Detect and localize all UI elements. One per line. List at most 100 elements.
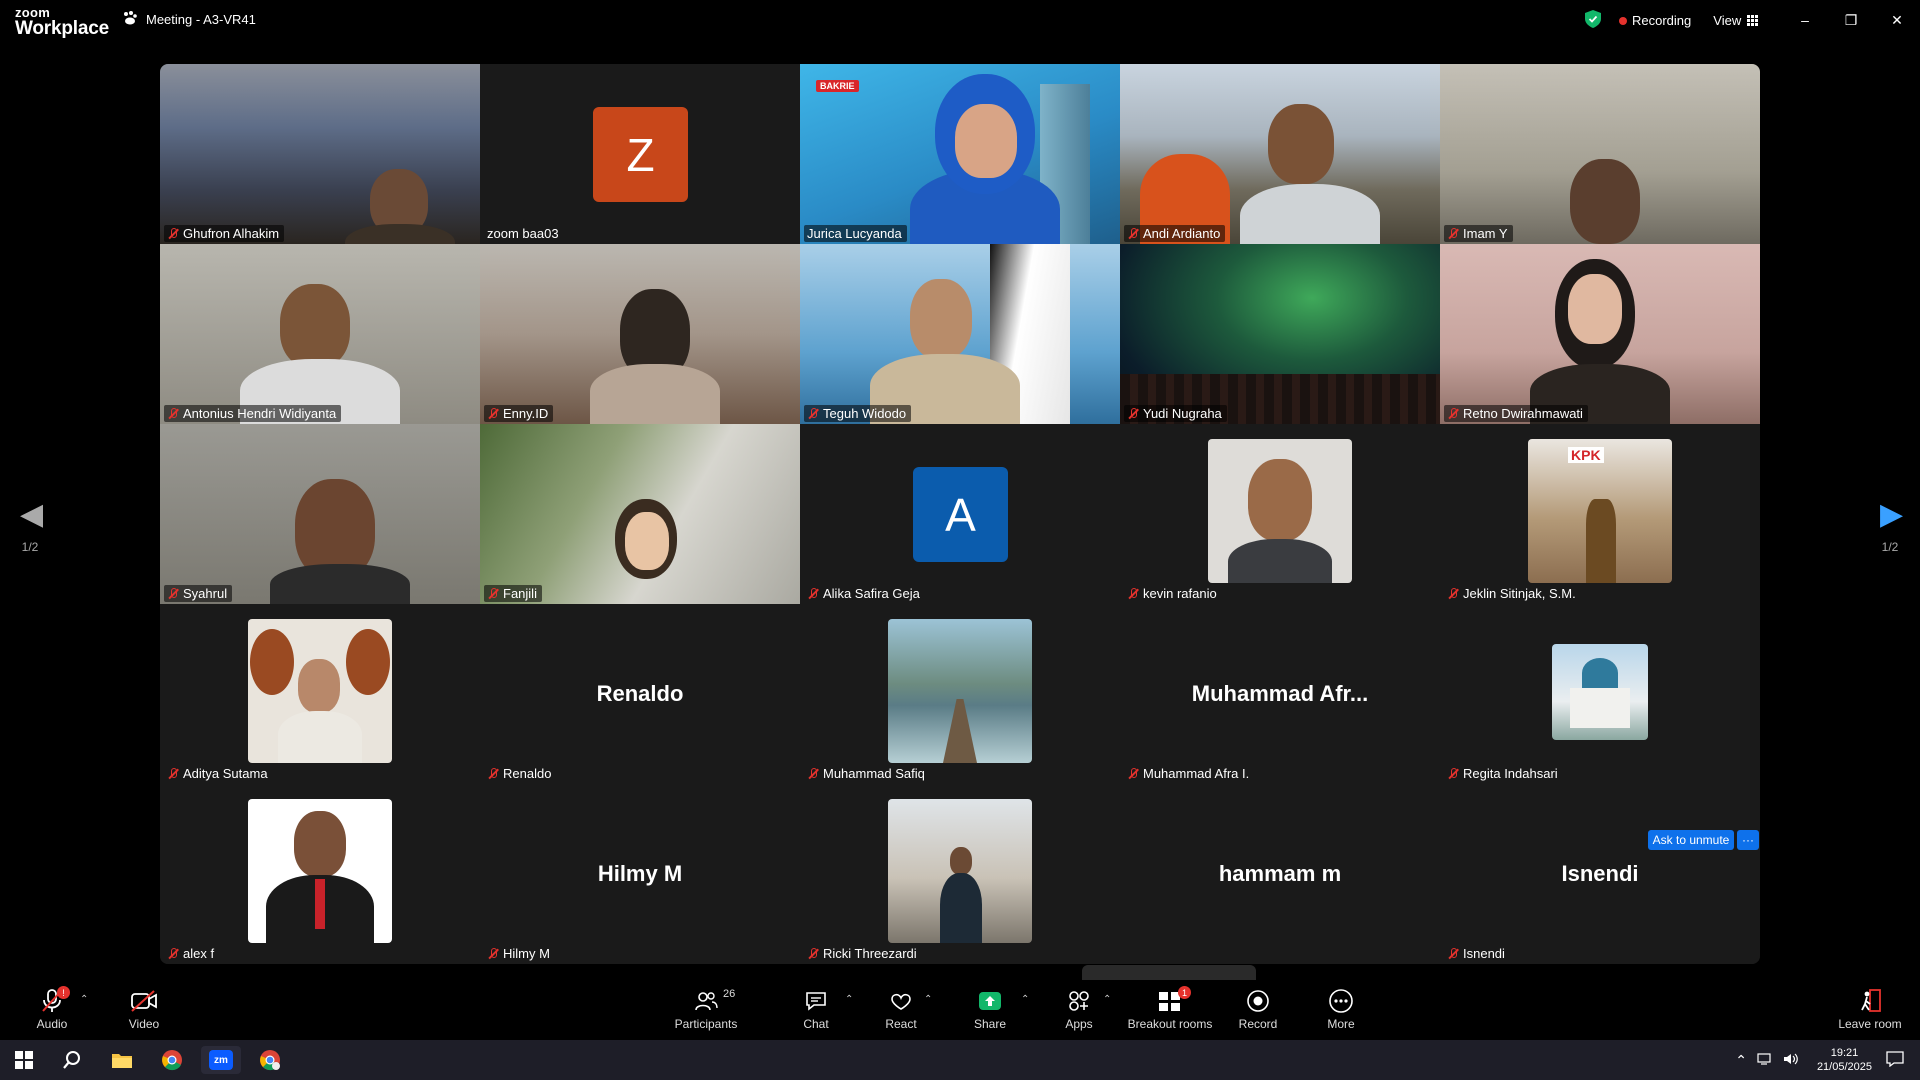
participant-tile[interactable]: Muhammad Safiq [800,604,1120,784]
system-tray: ⌃ 19:21 21/05/2025 [1735,1040,1920,1080]
avatar: A [913,467,1008,562]
participant-tile[interactable]: Renaldo Renaldo [480,604,800,784]
restore-icon[interactable]: ❐ [1828,0,1874,40]
participant-tile[interactable]: Antonius Hendri Widiyanta [160,244,480,424]
zoom-icon[interactable]: zm [201,1046,241,1074]
participant-tile[interactable]: Regita Indahsari [1440,604,1760,784]
participant-name: Renaldo [503,766,552,781]
tile-more-options-button[interactable]: ··· [1737,830,1759,850]
recording-label[interactable]: Recording [1632,13,1691,28]
video-button[interactable]: Video [99,988,189,1031]
kpk-logo: KPK [1568,447,1604,463]
chevron-left-icon[interactable]: ◀ [20,500,43,530]
profile-photo: KPK [1528,439,1672,583]
mic-muted-icon [807,407,819,420]
volume-icon[interactable] [1783,1052,1799,1069]
participant-tile[interactable]: Aditya Sutama [160,604,480,784]
photo-face [294,811,346,877]
display-name: Hilmy M [597,861,683,886]
share-options-caret[interactable]: ⌃ [1021,994,1029,1005]
participant-tile[interactable]: Teguh Widodo [800,244,1120,424]
name-label: Enny.ID [484,405,554,422]
apps-label: Apps [1065,1017,1093,1031]
name-label: Regita Indahsari [1444,765,1563,782]
participant-tile[interactable]: Muhammad Afr... Muhammad Afra I. [1120,604,1440,784]
chat-options-caret[interactable]: ⌃ [845,994,853,1005]
mic-muted-icon [1447,407,1459,420]
meeting-title-text: Meeting - A3-VR41 [146,12,256,27]
participant-tile[interactable]: KPK Jeklin Sitinjak, S.M. [1440,424,1760,604]
audio-options-caret[interactable]: ⌃ [80,994,88,1005]
network-icon[interactable] [1757,1052,1773,1069]
participant-tile[interactable]: Retno Dwirahmawati [1440,244,1760,424]
participant-tile[interactable]: Syahrul [160,424,480,604]
participant-tile[interactable]: hammam m [1120,784,1440,964]
participant-tile[interactable]: Imam Y [1440,64,1760,244]
participant-tile[interactable]: Yudi Nugraha [1120,244,1440,424]
participant-silhouette [1268,104,1334,184]
participant-tile[interactable]: Ghufron Alhakim [160,64,480,244]
record-label: Record [1238,1017,1278,1031]
breakout-rooms-button[interactable]: 1 Breakout rooms [1123,986,1217,1031]
name-label: Yudi Nugraha [1124,405,1227,422]
apps-options-caret[interactable]: ⌃ [1103,994,1111,1005]
record-icon [1213,988,1303,1014]
leave-room-button[interactable]: Leave room [1825,988,1915,1031]
breakout-badge: 1 [1178,986,1191,999]
chevron-right-icon[interactable]: ▶ [1880,500,1903,530]
name-label: Isnendi [1444,945,1510,962]
participant-tile[interactable]: Andi Ardianto [1120,64,1440,244]
meeting-title[interactable]: Meeting - A3-VR41 [122,11,256,28]
name-label: Renaldo [484,765,556,782]
participant-tile-active-speaker[interactable]: BAKRIE Jurica Lucyanda [800,64,1120,244]
next-page[interactable]: ▶ 1/2 [1880,500,1903,555]
view-grid-icon[interactable] [1747,15,1759,26]
name-label: Muhammad Afra I. [1124,765,1254,782]
photo-tie [315,879,325,929]
audio-label: Audio [36,1017,68,1031]
more-button[interactable]: More [1296,988,1386,1031]
encryption-shield-icon[interactable] [1585,10,1601,31]
file-explorer-icon[interactable] [102,1046,142,1074]
minimize-icon[interactable]: – [1782,0,1828,40]
participant-tile[interactable]: Z zoom baa03 [480,64,800,244]
chrome-icon[interactable] [152,1046,192,1074]
participant-tile[interactable]: A Alika Safira Geja [800,424,1120,604]
participant-tile[interactable]: Ricki Threezardi [800,784,1120,964]
participant-tile[interactable]: Hilmy M Hilmy M [480,784,800,964]
photo-body [1586,499,1616,583]
heart-icon [856,988,946,1014]
chrome-profile-icon[interactable] [250,1046,290,1074]
participant-tile[interactable]: alex f [160,784,480,964]
view-button-label[interactable]: View [1713,13,1741,28]
leave-room-icon [1825,988,1915,1014]
notifications-icon[interactable] [1886,1050,1904,1070]
search-icon[interactable] [52,1046,92,1074]
tray-overflow-chevron-icon[interactable]: ⌃ [1735,1052,1747,1069]
windows-taskbar: zm ⌃ 19:21 21/05/2025 [0,1040,1920,1080]
page-indicator-left: 1/2 [21,540,39,554]
mic-muted-icon [167,407,179,420]
name-label: Syahrul [164,585,233,602]
react-button[interactable]: React [856,988,946,1031]
title-bar: zoom Workplace Meeting - A3-VR41 Recordi… [0,0,1920,40]
name-label: Muhammad Safiq [804,765,930,782]
photo-body [1228,539,1332,583]
ask-to-unmute-button[interactable]: Ask to unmute [1648,830,1734,850]
react-options-caret[interactable]: ⌃ [924,994,932,1005]
name-label: Antonius Hendri Widiyanta [164,405,342,422]
previous-page[interactable]: ◀ 1/2 [20,500,43,555]
participant-tile[interactable]: Fanjili [480,424,800,604]
taskbar-clock[interactable]: 19:21 21/05/2025 [1817,1046,1872,1074]
participant-tile[interactable]: Isnendi Isnendi [1440,784,1760,964]
participant-tile[interactable]: Enny.ID [480,244,800,424]
windows-start-icon[interactable] [4,1046,44,1074]
participant-tile[interactable]: kevin rafanio [1120,424,1440,604]
participants-button[interactable]: 26 Participants [661,988,751,1031]
record-button[interactable]: Record [1213,988,1303,1031]
close-icon[interactable]: ✕ [1874,0,1920,40]
display-name: hammam m [1218,861,1342,886]
mic-muted-icon [1447,587,1459,600]
brand-bottom: Workplace [15,18,109,39]
participant-name: Antonius Hendri Widiyanta [183,406,337,421]
